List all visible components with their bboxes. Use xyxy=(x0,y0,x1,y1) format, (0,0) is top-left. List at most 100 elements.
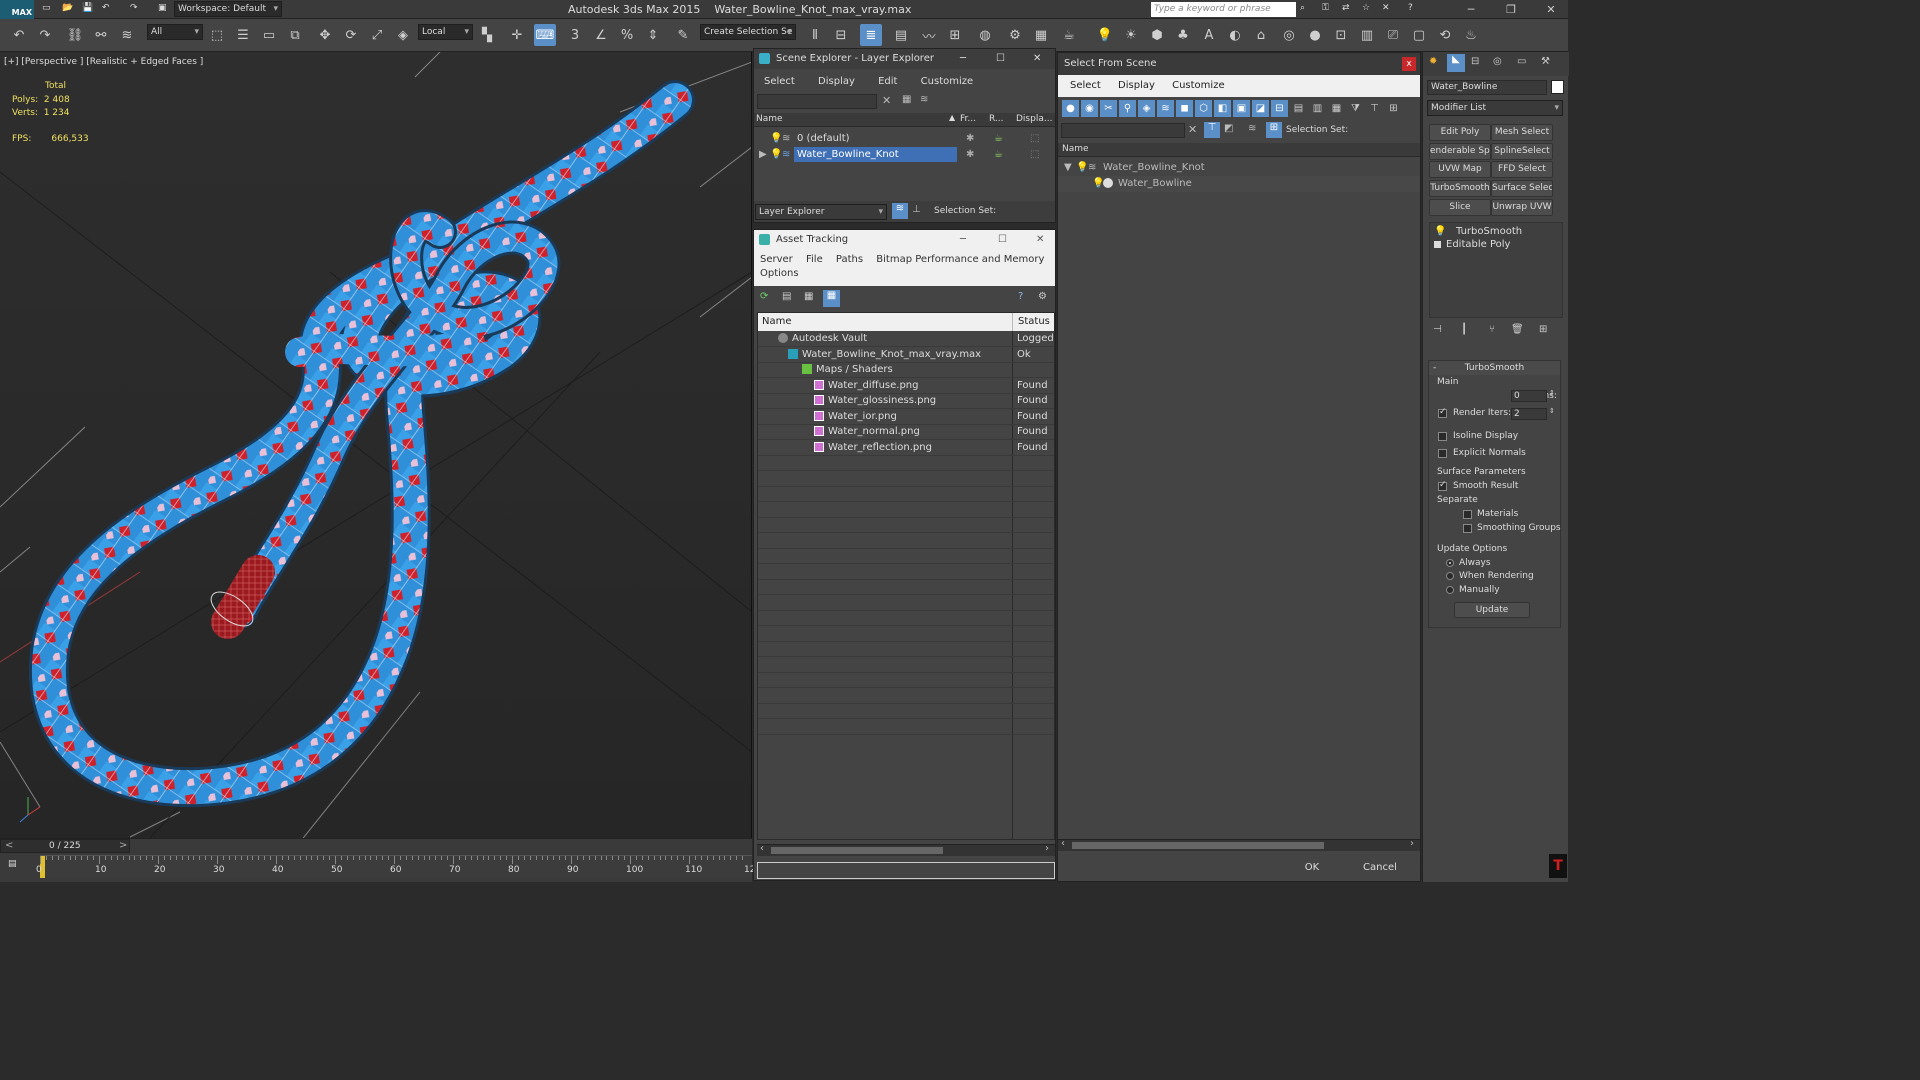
explicit-normals-checkbox[interactable] xyxy=(1438,449,1447,458)
select-menu-customize[interactable]: Customize xyxy=(1172,80,1225,91)
pivot-icon[interactable]: ▚ xyxy=(476,24,498,46)
spinner-arrows-icon[interactable]: ⇕ xyxy=(1549,407,1555,415)
hierarchy-tab-icon[interactable]: ⊟ xyxy=(1471,56,1479,67)
modifier-button[interactable]: TurboSmooth xyxy=(1429,180,1491,198)
selection-set-icon[interactable]: ⊞ xyxy=(1266,122,1282,138)
grid-view-icon[interactable]: ▦ xyxy=(823,290,840,307)
exchange-icon[interactable]: ⇄ xyxy=(1342,3,1350,13)
lightbulb-icon[interactable]: 💡 xyxy=(1076,160,1088,175)
col-render[interactable]: R... xyxy=(989,114,1004,124)
sphere-icon[interactable]: ● xyxy=(1304,24,1326,46)
freeze-icon[interactable]: ✱ xyxy=(966,131,974,146)
layers-view-icon[interactable]: ≋ xyxy=(892,203,908,219)
filter-type-icon[interactable]: ◧ xyxy=(1214,100,1231,117)
asset-close[interactable]: ✕ xyxy=(1036,230,1044,250)
rollout-header[interactable]: - TurboSmooth xyxy=(1429,361,1560,375)
modifier-button[interactable]: Surface Select xyxy=(1491,180,1553,198)
percent-snap-icon[interactable]: % xyxy=(616,24,638,46)
modifier-button[interactable]: SplineSelect xyxy=(1491,142,1553,160)
save-file-icon[interactable]: 💾 xyxy=(82,3,93,13)
layers-icon[interactable]: ≋ xyxy=(1248,123,1256,134)
select-menu-display[interactable]: Display xyxy=(1118,80,1155,91)
always-radio[interactable] xyxy=(1446,559,1454,567)
show-end-result-icon[interactable]: ┃ xyxy=(1461,324,1467,335)
filter-type-icon[interactable]: ⬡ xyxy=(1195,100,1212,117)
rope-knot-render[interactable] xyxy=(0,52,752,838)
tree-row-bowline[interactable]: 💡 Water_Bowline xyxy=(1058,176,1420,192)
curve-editor-icon[interactable]: 〰 xyxy=(918,24,940,46)
spinner-snap-icon[interactable]: ⇕ xyxy=(642,24,664,46)
modifier-button[interactable]: Unwrap UVW xyxy=(1491,198,1553,216)
perspective-viewport[interactable]: [+] [Perspective ] [Realistic + Edged Fa… xyxy=(0,52,752,838)
ok-button[interactable]: OK xyxy=(1274,859,1350,877)
geometry-icon[interactable]: ⬢ xyxy=(1146,24,1168,46)
angle-snap-icon[interactable]: ∠ xyxy=(590,24,612,46)
col-display[interactable]: Displa... xyxy=(1016,114,1052,124)
help-icon[interactable]: ? xyxy=(1408,3,1413,13)
mini-curve-editor-icon[interactable]: ▤ xyxy=(8,859,17,869)
coord-system-dropdown[interactable]: Local xyxy=(418,24,473,40)
col-asset-name[interactable]: Name xyxy=(762,316,792,327)
star-icon[interactable]: ☆ xyxy=(1362,3,1370,13)
dome-icon[interactable]: ⌂ xyxy=(1250,24,1272,46)
snap-toggle-icon[interactable]: 3 xyxy=(564,24,586,46)
object-color-swatch[interactable] xyxy=(1551,80,1564,94)
refresh-icon[interactable]: ⟳ xyxy=(760,291,768,302)
minimize-button[interactable]: ─ xyxy=(1456,0,1486,19)
asset-row[interactable]: Water_ior.png Found xyxy=(758,409,1054,425)
new-file-icon[interactable]: ▭ xyxy=(42,3,51,13)
clear-search-icon[interactable]: ✕ xyxy=(882,94,891,107)
scroll-thumb[interactable] xyxy=(1072,842,1324,849)
scale-icon[interactable]: ⤢ xyxy=(366,24,388,46)
manipulate-icon[interactable]: ✛ xyxy=(506,24,528,46)
freeze-icon[interactable]: ✱ xyxy=(966,147,974,162)
scroll-thumb[interactable] xyxy=(771,847,943,854)
tree-icon[interactable]: ♣ xyxy=(1172,24,1194,46)
scene-menu-customize[interactable]: Customize xyxy=(921,76,974,87)
toggle-ribbon-icon[interactable]: ▤ xyxy=(890,24,912,46)
redo-icon[interactable]: ↷ xyxy=(130,3,138,13)
render-teapot-icon[interactable]: ☕ xyxy=(994,131,1003,146)
asset-row[interactable]: Water_glossiness.png Found xyxy=(758,393,1054,409)
select-search-input[interactable] xyxy=(1061,123,1185,138)
find-icon[interactable]: ▦ xyxy=(902,94,911,105)
camera-icon[interactable]: ⎚ xyxy=(1382,24,1404,46)
redo-icon[interactable]: ↷ xyxy=(34,24,56,46)
material-editor-icon[interactable]: ◍ xyxy=(974,24,996,46)
configure-sets-icon[interactable]: ⊞ xyxy=(1539,324,1547,335)
unlink-icon[interactable]: ⚯ xyxy=(90,24,112,46)
modifier-button[interactable]: Mesh Select xyxy=(1491,124,1553,141)
update-button[interactable]: Update xyxy=(1454,602,1530,618)
spinner-arrows-icon[interactable]: ⇕ xyxy=(1549,389,1555,397)
filter-type-icon[interactable]: ◼ xyxy=(1176,100,1193,117)
close-button[interactable]: ✕ xyxy=(1536,0,1566,19)
select-by-name-icon[interactable]: ☰ xyxy=(232,24,254,46)
filter-type-icon[interactable]: ⚲ xyxy=(1119,100,1136,117)
modifier-button[interactable]: Slice xyxy=(1429,198,1491,216)
move-icon[interactable]: ✥ xyxy=(314,24,336,46)
layer-manager-icon[interactable]: ≣ xyxy=(860,24,882,46)
layer-row-knot[interactable]: ▶ 💡 ≋ Water_Bowline_Knot ✱ ☕ ⬚ xyxy=(754,147,1055,163)
rendered-frame-icon[interactable]: ▦ xyxy=(1030,24,1052,46)
settings-icon[interactable]: ⚙ xyxy=(1038,291,1047,302)
maximize-button[interactable]: ❐ xyxy=(1496,0,1526,19)
app-logo[interactable]: MAX xyxy=(0,0,34,19)
display-box-icon[interactable]: ⬚ xyxy=(1030,147,1039,162)
asset-row[interactable]: Water_normal.png Found xyxy=(758,424,1054,440)
filter-type-icon[interactable]: ⊞ xyxy=(1385,100,1402,117)
clear-search-icon[interactable]: ✕ xyxy=(1188,123,1197,136)
materials-checkbox[interactable] xyxy=(1463,510,1472,519)
timeline-track[interactable]: 0 10 20 30 40 50 60 70 80 90 100 110 12 xyxy=(36,855,755,878)
display-tab-icon[interactable]: ▭ xyxy=(1517,56,1526,67)
workspace-dropdown[interactable]: Workspace: Default xyxy=(174,1,282,17)
light-lister-icon[interactable]: ♨ xyxy=(1460,24,1482,46)
asset-menu-options[interactable]: Options xyxy=(760,268,1055,279)
create-light-icon[interactable]: 💡 xyxy=(1094,24,1116,46)
modifier-button[interactable]: UVW Map xyxy=(1429,161,1491,179)
render-iters-input[interactable]: 2 xyxy=(1511,408,1547,420)
scene-search-input[interactable] xyxy=(757,94,877,109)
make-unique-icon[interactable]: ⑂ xyxy=(1489,324,1495,335)
expand-arrow-icon[interactable]: ▶ xyxy=(759,147,767,162)
render-iters-checkbox[interactable] xyxy=(1438,407,1447,418)
scroll-right-icon[interactable]: › xyxy=(1410,838,1414,849)
